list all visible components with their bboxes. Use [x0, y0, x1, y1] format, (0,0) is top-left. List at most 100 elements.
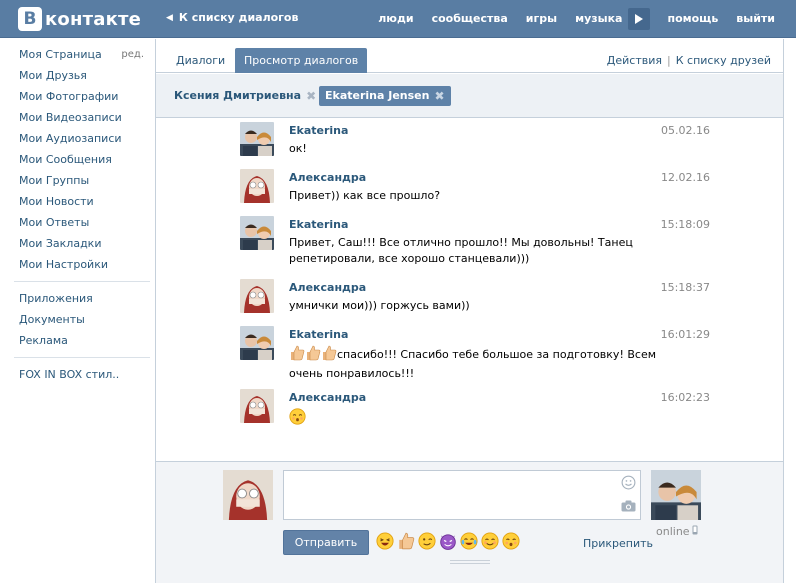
- nav-music[interactable]: музыка: [566, 12, 628, 25]
- menu-item-label: Мои Фотографии: [19, 90, 119, 103]
- play-icon[interactable]: [628, 7, 651, 30]
- devil-emoji-icon[interactable]: [439, 532, 457, 553]
- back-to-dialogs-label: К списку диалогов: [178, 11, 299, 24]
- menu-item-bookmarks[interactable]: Мои Закладки: [14, 233, 150, 254]
- menu-item-label: Документы: [19, 313, 85, 326]
- message-time: 16:01:29: [660, 328, 710, 341]
- actions-link[interactable]: Действия: [607, 54, 662, 67]
- camera-icon[interactable]: [621, 500, 636, 515]
- menu-item-label: Мои Аудиозаписи: [19, 132, 122, 145]
- message-text-container: спасибо!!! Спасибо тебе большое за подго…: [289, 345, 659, 382]
- message-author[interactable]: Ekaterina: [289, 124, 348, 137]
- resize-handle[interactable]: [450, 560, 490, 564]
- menu-item-ads[interactable]: Реклама: [14, 330, 150, 351]
- menu-item-my-page[interactable]: Моя Страница ред.: [14, 44, 150, 65]
- menu-item-label: Мои Ответы: [19, 216, 90, 229]
- attach-link[interactable]: Прикрепить: [583, 537, 653, 550]
- message-time: 12.02.16: [661, 171, 710, 184]
- edit-link[interactable]: ред.: [121, 44, 150, 65]
- menu-item-label: Мои Сообщения: [19, 153, 112, 166]
- thumbs-up-emoji-icon: [289, 345, 305, 366]
- vk-logo[interactable]: В контакте: [18, 7, 141, 31]
- message-item: Ekaterina 16:01:29 спасибо!!! Спасибо те…: [240, 326, 710, 380]
- tears-of-joy-emoji-icon[interactable]: [460, 532, 478, 553]
- blush-emoji-icon[interactable]: [481, 532, 499, 553]
- nav-logout[interactable]: выйти: [727, 12, 784, 25]
- menu-item-messages[interactable]: Мои Сообщения: [14, 149, 150, 170]
- thumbs-up-emoji-icon[interactable]: [397, 532, 415, 553]
- message-item: Александра 12.02.16 Привет)) как все про…: [240, 169, 710, 205]
- message-time: 16:02:23: [660, 391, 710, 404]
- menu-item-documents[interactable]: Документы: [14, 309, 150, 330]
- send-button[interactable]: Отправить: [283, 530, 369, 555]
- message-text-container: [289, 408, 659, 430]
- menu-item-news[interactable]: Мои Новости: [14, 191, 150, 212]
- peer-bar: Ксения Дмитриевна ✖ Ekaterina Jensen ✖: [156, 74, 783, 118]
- menu-item-photos[interactable]: Мои Фотографии: [14, 86, 150, 107]
- message-input[interactable]: [283, 470, 641, 520]
- close-icon[interactable]: ✖: [306, 86, 316, 106]
- message-author[interactable]: Ekaterina: [289, 218, 348, 231]
- message-composer: online Отправить Прикрепить: [156, 461, 783, 583]
- nav-help[interactable]: помощь: [658, 12, 727, 25]
- menu-item-groups[interactable]: Мои Группы: [14, 170, 150, 191]
- menu-item-label: Реклама: [19, 334, 68, 347]
- message-item: Ekaterina 05.02.16 ок!: [240, 122, 710, 158]
- avatar[interactable]: [240, 279, 274, 313]
- peer-name: Ekaterina Jensen: [325, 89, 430, 102]
- my-avatar[interactable]: [223, 470, 273, 520]
- message-text: умнички мои))) горжусь вами)): [289, 299, 470, 312]
- peer-name: Ксения Дмитриевна: [174, 89, 302, 102]
- chevron-left-icon: ◀: [166, 12, 173, 23]
- peer-avatar[interactable]: [651, 470, 701, 520]
- menu-item-friends[interactable]: Мои Друзья: [14, 65, 150, 86]
- nav-communities[interactable]: сообщества: [423, 12, 517, 25]
- menu-item-label: Мои Настройки: [19, 258, 108, 271]
- separator: |: [667, 54, 671, 67]
- top-nav: люди сообщества игры музыка помощь выйти: [369, 0, 784, 37]
- peer-tab-active[interactable]: Ekaterina Jensen ✖: [319, 86, 451, 106]
- avatar[interactable]: [240, 169, 274, 203]
- message-item: Александра 15:18:37 умнички мои))) горжу…: [240, 279, 710, 315]
- menu-item-label: Мои Новости: [19, 195, 94, 208]
- menu-item-label: Мои Закладки: [19, 237, 102, 250]
- quick-emoji-bar: [376, 532, 520, 553]
- back-to-dialogs-link[interactable]: ◀ К списку диалогов: [166, 11, 298, 24]
- tab-view-dialogs[interactable]: Просмотр диалогов: [235, 48, 368, 73]
- avatar[interactable]: [240, 326, 274, 360]
- message-text: спасибо!!! Спасибо тебе большое за подго…: [289, 348, 657, 380]
- menu-item-app-fox-in-box[interactable]: FOX IN BOX стил..: [14, 364, 150, 385]
- peer-tab[interactable]: Ксения Дмитриевна ✖: [168, 86, 322, 106]
- mobile-phone-icon: [692, 525, 698, 538]
- message-author[interactable]: Александра: [289, 281, 366, 294]
- smile-icon[interactable]: [621, 475, 636, 493]
- avatar[interactable]: [240, 216, 274, 250]
- to-friends-link[interactable]: К списку друзей: [676, 54, 771, 67]
- menu-item-settings[interactable]: Мои Настройки: [14, 254, 150, 275]
- message-author[interactable]: Ekaterina: [289, 328, 348, 341]
- menu-item-label: Моя Страница: [19, 48, 102, 61]
- wink-emoji-icon[interactable]: [418, 532, 436, 553]
- avatar[interactable]: [240, 389, 274, 423]
- message-history: Ekaterina 05.02.16 ок! Александра 12.02.…: [156, 119, 783, 461]
- tab-dialogs[interactable]: Диалоги: [167, 48, 234, 73]
- menu-item-label: Мои Видеозаписи: [19, 111, 122, 124]
- logo-text: контакте: [45, 8, 142, 30]
- nav-games[interactable]: игры: [517, 12, 566, 25]
- laughing-emoji-icon[interactable]: [376, 532, 394, 553]
- thumbs-up-emoji-icon: [321, 345, 337, 366]
- menu-item-apps[interactable]: Приложения: [14, 288, 150, 309]
- main-panel: Диалоги Просмотр диалогов Действия | К спи…: [155, 39, 784, 583]
- menu-item-videos[interactable]: Мои Видеозаписи: [14, 107, 150, 128]
- message-item: Ekaterina 15:18:09 Привет, Саш!!! Все от…: [240, 216, 710, 268]
- close-icon[interactable]: ✖: [434, 86, 444, 106]
- nav-people[interactable]: люди: [369, 12, 422, 25]
- thumbs-up-emoji-icon: [305, 345, 321, 366]
- menu-item-answers[interactable]: Мои Ответы: [14, 212, 150, 233]
- avatar[interactable]: [240, 122, 274, 156]
- kissing-emoji-icon[interactable]: [502, 532, 520, 553]
- message-author[interactable]: Александра: [289, 171, 366, 184]
- message-time: 15:18:09: [660, 218, 710, 231]
- message-author[interactable]: Александра: [289, 391, 366, 404]
- menu-item-audio[interactable]: Мои Аудиозаписи: [14, 128, 150, 149]
